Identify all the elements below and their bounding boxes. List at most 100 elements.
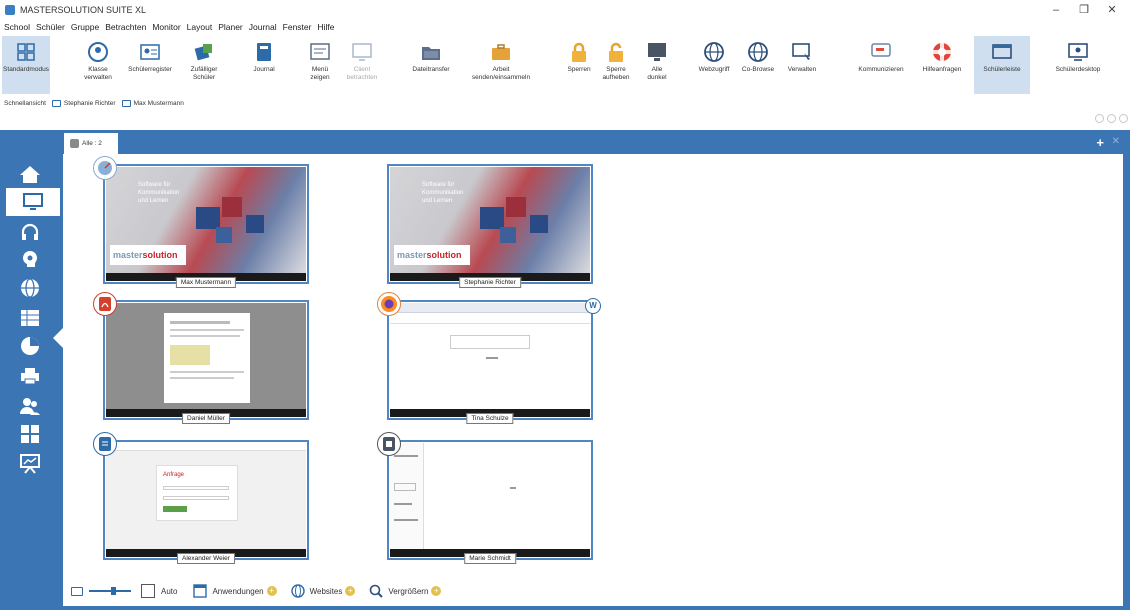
ribbon-standardmodus-button[interactable]: Standardmodus — [2, 36, 50, 94]
student-name: Alexander Weier — [177, 553, 235, 564]
ribbon-dateitransfer-button[interactable]: Dateitransfer — [404, 36, 458, 94]
menu-icon — [309, 41, 331, 63]
document-page — [164, 313, 250, 403]
head-bulb-icon — [23, 251, 37, 267]
applications-button[interactable]: Anwendungen — [212, 587, 263, 596]
sidebar-thinking[interactable] — [10, 246, 50, 274]
student-name: Daniel Müller — [182, 413, 230, 424]
menu-fenster[interactable]: Fenster — [283, 20, 312, 34]
wallpaper-text: Software für Kommunikation und Lernen — [138, 182, 180, 204]
ribbon-co-browse-button[interactable]: Co-Browse — [738, 36, 778, 94]
student-screen: Anfrage — [106, 443, 306, 549]
spreadsheet-window — [390, 443, 590, 549]
zoom-icon — [369, 584, 384, 598]
menu-journal[interactable]: Journal — [249, 20, 277, 34]
pointer-app-icon — [93, 156, 117, 180]
pager-dot[interactable] — [1107, 114, 1116, 123]
student-screen — [390, 303, 590, 409]
menu-monitor[interactable]: Monitor — [152, 20, 180, 34]
folder-icon — [420, 41, 442, 63]
globe-icon — [21, 278, 39, 298]
student-screen — [390, 443, 590, 549]
close-tab-button[interactable]: ✕ — [1112, 136, 1120, 147]
student-thumbnail-alexander-weier[interactable]: Anfrage Alexander Weier — [93, 432, 309, 564]
menu-schueler[interactable]: Schüler — [36, 20, 65, 34]
wallpaper-brand: mastersolution — [110, 245, 186, 265]
ribbon-webzugriff-button[interactable]: Webzugriff — [694, 36, 734, 94]
auto-button[interactable]: Auto — [161, 587, 177, 596]
add-tab-button[interactable]: + — [1096, 135, 1104, 150]
ribbon-schuelerregister-button[interactable]: Schülerregister — [122, 36, 178, 94]
class-icon — [87, 41, 109, 63]
ribbon-verwalten-button[interactable]: Verwalten — [782, 36, 822, 94]
websites-icon — [290, 584, 305, 598]
menu-layout[interactable]: Layout — [187, 20, 213, 34]
student-thumbnail-marie-schmidt[interactable]: Marie Schmidt — [377, 432, 593, 564]
ribbon-kommunizieren-button[interactable]: Kommunizieren — [852, 36, 910, 94]
form-window: Anfrage — [106, 443, 306, 549]
ribbon-label: Standardmodus — [3, 66, 49, 73]
close-button[interactable]: ✕ — [1098, 2, 1126, 18]
ribbon-sperren-button[interactable]: Sperren — [562, 36, 596, 94]
ribbon-label: Klasse verwalten — [84, 66, 112, 81]
menu-hilfe[interactable]: Hilfe — [317, 20, 334, 34]
menu-school[interactable]: School — [4, 20, 30, 34]
sidebar-web[interactable] — [10, 274, 50, 302]
student-thumbnail-tina-schulze[interactable]: W Tina Schulze — [377, 292, 601, 424]
student-thumbnail-stephanie-richter[interactable]: Software für Kommunikation und Lernen ma… — [387, 164, 593, 288]
wallpaper: Software für Kommunikation und Lernen ma… — [390, 167, 590, 273]
ribbon-label: Webzugriff — [698, 66, 730, 73]
ribbon-alle-dunkel-button[interactable]: Alle dunkel — [640, 36, 674, 94]
sidebar-table[interactable] — [10, 304, 50, 332]
sidebar-quiz[interactable] — [10, 420, 50, 448]
ribbon-menue-zeigen-button[interactable]: Menü zeigen — [302, 36, 338, 94]
ribbon-klasse-verwalten-button[interactable]: Klasse verwalten — [78, 36, 118, 94]
zoom-button[interactable]: Vergrößern — [388, 587, 428, 596]
sidebar-stats[interactable] — [10, 332, 50, 360]
sidebar-users[interactable] — [10, 392, 50, 420]
pager-dots — [1092, 114, 1128, 123]
ribbon-arbeit-senden-button[interactable]: Arbeit senden/einsammeln — [462, 36, 540, 94]
ribbon-label: Sperren — [567, 66, 591, 73]
student-thumbnail-max-mustermann[interactable]: Software für Kommunikation und Lernen ma… — [93, 156, 309, 288]
sidebar-print[interactable] — [10, 362, 50, 390]
restore-button[interactable]: ❐ — [1070, 2, 1098, 18]
sidebar-monitor[interactable] — [6, 188, 60, 216]
ribbon-label: Schülerleiste — [983, 66, 1021, 73]
ribbon-schuelerdesktop-button[interactable]: Schülerdesktop — [1048, 36, 1108, 94]
quick-view-max-mustermann[interactable]: Max Mustermann — [134, 100, 184, 107]
ribbon-client-betrachten-button[interactable]: Client betrachten — [340, 36, 384, 94]
zoom-add-button[interactable]: + — [431, 586, 442, 596]
sidebar-presentation[interactable] — [10, 450, 50, 478]
printer-icon — [21, 368, 39, 385]
menu-planer[interactable]: Planer — [218, 20, 243, 34]
sheet-sidebar — [390, 443, 424, 549]
pager-dot[interactable] — [1119, 114, 1128, 123]
ribbon-sperre-aufheben-button[interactable]: Sperre aufheben — [596, 36, 636, 94]
ribbon-label: Kommunizieren — [858, 66, 904, 73]
ribbon-journal-button[interactable]: Journal — [246, 36, 282, 94]
sidebar-audio[interactable] — [10, 218, 50, 246]
ribbon-hilfeanfragen-button[interactable]: Hilfeanfragen — [914, 36, 970, 94]
bottom-toolbar: Auto Anwendungen + Websites + Vergrößern… — [63, 576, 1123, 606]
websites-add-button[interactable]: + — [345, 586, 356, 596]
ribbon-zufaelliger-schueler-button[interactable]: Zufälliger Schüler — [184, 36, 224, 94]
websites-button[interactable]: Websites — [310, 587, 343, 596]
student-thumbnail-daniel-mueller[interactable]: Daniel Müller — [93, 292, 309, 424]
ribbon-schuelerleiste-button[interactable]: Schülerleiste — [974, 36, 1030, 94]
pager-dot[interactable] — [1095, 114, 1104, 123]
sidebar-home[interactable] — [10, 160, 50, 188]
applications-add-button[interactable]: + — [266, 586, 277, 596]
form-card-title: Anfrage — [163, 472, 185, 478]
thumbnail-size-slider[interactable] — [89, 587, 131, 595]
minimize-button[interactable]: – — [1042, 2, 1070, 18]
ribbon-label: Client betrachten — [346, 66, 378, 81]
sheet-app-icon — [377, 432, 401, 456]
menu-gruppe[interactable]: Gruppe — [71, 20, 99, 34]
fit-auto-icon[interactable] — [141, 584, 155, 598]
menu-betrachten[interactable]: Betrachten — [105, 20, 146, 34]
quick-view-stephanie-richter[interactable]: Stephanie Richter — [64, 100, 116, 107]
tab-alle[interactable]: Alle : 2 — [64, 133, 118, 154]
slider-handle[interactable] — [111, 587, 116, 595]
word-badge-icon: W — [585, 298, 601, 314]
